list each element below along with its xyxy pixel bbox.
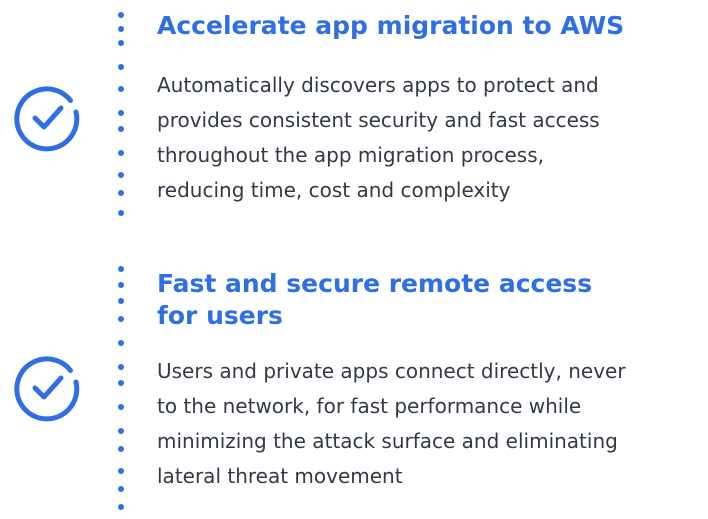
feature-app-migration: Accelerate app migration to AWS Automati… xyxy=(0,0,708,230)
divider-dot xyxy=(118,266,124,272)
divider-dot xyxy=(118,298,124,304)
feature-remote-access: Fast and secure remote access for users … xyxy=(0,258,708,519)
check-circle-icon xyxy=(14,86,80,152)
divider-dot xyxy=(118,190,124,196)
divider-dot xyxy=(118,210,124,216)
divider-dot xyxy=(118,64,124,70)
divider-dot xyxy=(118,172,124,178)
feature-title: Fast and secure remote access for users xyxy=(157,268,657,332)
divider-dot xyxy=(118,504,124,510)
description-line: provides consistent security and fast ac… xyxy=(157,108,600,132)
description-line: minimizing the attack surface and elimin… xyxy=(157,429,618,453)
divider-dot xyxy=(118,26,124,32)
divider-dot xyxy=(118,316,124,322)
divider-dot xyxy=(118,428,124,434)
divider-dot xyxy=(118,364,124,370)
feature-description: Automatically discovers apps to protect … xyxy=(157,68,707,208)
description-line: to the network, for fast performance whi… xyxy=(157,394,582,418)
divider-dot xyxy=(118,446,124,452)
divider-dot xyxy=(118,340,124,346)
divider-dot xyxy=(118,150,124,156)
divider-dot xyxy=(118,468,124,474)
description-line: Automatically discovers apps to protect … xyxy=(157,73,599,97)
divider-dot xyxy=(118,126,124,132)
divider-dot xyxy=(118,86,124,92)
divider-dot xyxy=(118,12,124,18)
check-circle-icon xyxy=(14,356,80,422)
divider-dot xyxy=(118,486,124,492)
title-line: for users xyxy=(157,301,283,330)
feature-title: Accelerate app migration to AWS xyxy=(157,11,625,40)
description-line: reducing time, cost and complexity xyxy=(157,178,511,202)
description-line: Users and private apps connect directly,… xyxy=(157,359,626,383)
divider-dot xyxy=(118,380,124,386)
divider-dot xyxy=(118,110,124,116)
divider-dot xyxy=(118,404,124,410)
title-line: Fast and secure remote access xyxy=(157,269,593,298)
divider-dot xyxy=(118,40,124,46)
divider-dot xyxy=(118,282,124,288)
feature-description: Users and private apps connect directly,… xyxy=(157,354,707,494)
description-line: lateral threat movement xyxy=(157,464,403,488)
description-line: throughout the app migration process, xyxy=(157,143,544,167)
